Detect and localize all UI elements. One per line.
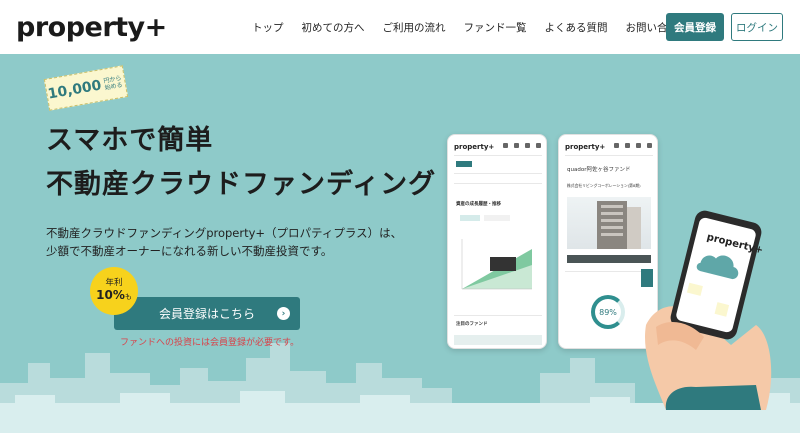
phone1-toggle-a — [460, 215, 480, 221]
funding-progress-value: 89% — [599, 307, 617, 317]
logo[interactable]: property+ — [16, 12, 167, 43]
phone1-logo: property+ — [454, 143, 495, 151]
stamp-suffix: 円から始める — [103, 74, 124, 92]
register-cta-label: 会員登録はこちら — [158, 307, 255, 321]
phone1-chip — [456, 161, 472, 167]
chevron-right-icon: › — [277, 307, 290, 320]
yield-badge-suffix: も — [124, 293, 132, 301]
logo-text: property+ — [16, 12, 167, 43]
yield-badge: 年利 10%も — [90, 267, 138, 315]
divider — [454, 183, 542, 184]
phone2-nav-icons — [614, 143, 652, 148]
nav-item-funds[interactable]: ファンド一覧 — [464, 20, 527, 35]
hero-description-line2: 少額で不動産オーナーになれる新しい不動産投資です。 — [46, 244, 333, 258]
nav-item-faq[interactable]: よくある質問 — [545, 20, 608, 35]
divider — [454, 173, 542, 174]
phone1-fund-card — [454, 335, 542, 345]
main-nav: トップ 初めての方へ ご利用の流れ ファンド一覧 よくある質問 お問い合わせ — [252, 20, 707, 35]
hero-title-line1: スマホで簡単 — [46, 125, 214, 156]
hand-holding-phone-illustration: property+ — [645, 210, 772, 410]
divider — [454, 155, 542, 156]
divider — [565, 155, 653, 156]
register-button[interactable]: 会員登録 — [666, 13, 724, 41]
divider — [454, 315, 542, 316]
nav-item-beginners[interactable]: 初めての方へ — [302, 20, 365, 35]
site-header: property+ トップ 初めての方へ ご利用の流れ ファンド一覧 よくある質… — [0, 0, 800, 54]
login-button[interactable]: ログイン — [731, 13, 783, 41]
phone1-toggle-b — [484, 215, 510, 221]
phone1-nav-icons — [503, 143, 541, 148]
register-note: ファンドへの投資には会員登録が必要です。 — [120, 338, 300, 348]
yield-badge-label: 年利 — [105, 278, 123, 288]
hero-title-line2: 不動産クラウドファンディング — [46, 169, 437, 200]
funding-progress-ring: 89% — [591, 295, 625, 329]
nav-item-top[interactable]: トップ — [252, 20, 284, 35]
phone-mockup-dashboard: property+ 資産の成長履歴・推移 注目のファンド — [447, 134, 547, 349]
hero-description-line1: 不動産クラウドファンディングproperty+（プロパティプラス）は、 — [46, 226, 403, 240]
phone1-bottom-title: 注目のファンド — [456, 322, 488, 327]
phone2-logo: property+ — [565, 143, 606, 151]
asset-growth-chart — [461, 239, 532, 290]
yield-badge-value: 10% — [96, 288, 125, 302]
phone2-company: 株式会社リビングコーポレーション(第8期) — [567, 183, 641, 188]
phone2-fund-title: quador阿佐ヶ谷ファンド — [567, 167, 631, 173]
stamp-amount: 10,000 — [46, 77, 103, 103]
register-cta-button[interactable]: 会員登録はこちら › — [114, 297, 300, 330]
phone1-section-title: 資産の成長履歴・推移 — [456, 202, 501, 207]
nav-item-flow[interactable]: ご利用の流れ — [383, 20, 446, 35]
